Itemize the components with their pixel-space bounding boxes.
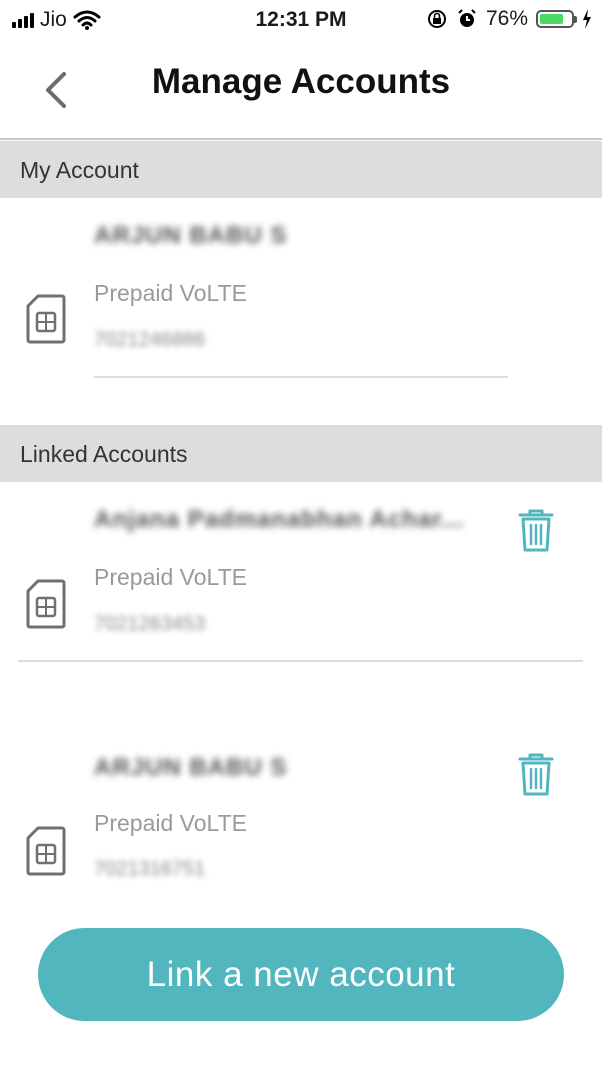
account-number: 7021246886 [94,329,206,351]
account-plan: Prepaid VoLTE [94,564,248,590]
account-number: 7021316751 [94,858,206,880]
account-name: ARJUN BABU S [94,222,288,249]
divider [18,660,583,662]
account-plan: Prepaid VoLTE [94,810,248,836]
status-bar: Jio 12:31 PM 76% [0,0,602,40]
account-plan: Prepaid VoLTE [94,280,248,306]
account-number: 7021263453 [94,613,206,635]
section-title: My Account [20,157,139,183]
account-item-linked-2[interactable]: ARJUN BABU S Prepaid VoLTE 7021316751 [0,730,602,920]
account-name: Anjana Padmanabhan Achar... [94,506,465,533]
charging-icon [583,9,591,29]
account-name: ARJUN BABU S [94,754,288,781]
section-header-my-account: My Account [0,141,602,198]
account-item-linked-1[interactable]: Anjana Padmanabhan Achar... Prepaid VoLT… [0,482,602,682]
trash-icon[interactable] [516,751,556,797]
link-new-account-button[interactable]: Link a new account [38,928,564,1021]
section-title: Linked Accounts [20,441,188,467]
alarm-icon [458,9,476,27]
nav-bar: Manage Accounts [0,40,602,140]
battery-percent: 76% [485,7,528,30]
status-right: 76% [426,7,592,31]
page-title: Manage Accounts [151,62,451,101]
trash-icon[interactable] [516,507,556,553]
battery-icon [536,10,577,28]
section-header-linked-accounts: Linked Accounts [0,425,602,482]
sim-card-icon [26,826,66,876]
rotation-lock-icon [427,10,446,28]
account-item-primary[interactable]: ARJUN BABU S Prepaid VoLTE 7021246886 [0,198,602,398]
divider [94,376,508,378]
sim-card-icon [26,294,66,344]
sim-card-icon [26,579,66,629]
